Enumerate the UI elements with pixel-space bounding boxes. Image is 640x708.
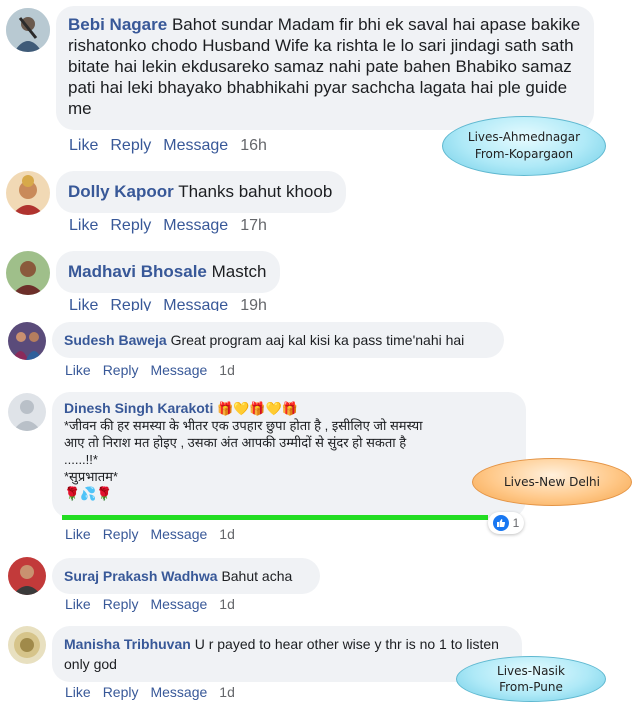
comment-author[interactable]: Dinesh Singh Karakoti [64,400,213,416]
reaction-badge[interactable]: 1 [488,512,524,534]
like-link[interactable]: Like [65,596,91,612]
callout-line: From-Pune [499,680,563,694]
timestamp[interactable]: 17h [240,217,267,234]
reply-link[interactable]: Reply [103,526,139,542]
reply-link[interactable]: Reply [103,596,139,612]
reaction-count: 1 [512,516,520,530]
reply-link[interactable]: Reply [110,217,151,234]
callout-line: Lives-Nasik [497,664,565,678]
timestamp[interactable]: 1d [219,596,235,612]
avatar[interactable] [6,171,50,215]
timestamp[interactable]: 1d [219,684,235,700]
avatar[interactable] [8,557,46,595]
comment-text: Thanks bahut khoob [178,182,333,201]
comment-text: Bahut acha [221,568,293,584]
reply-link[interactable]: Reply [110,297,151,311]
timestamp[interactable]: 1d [219,362,235,378]
timestamp[interactable]: 1d [219,526,235,542]
comment-text-line: *सुप्रभातम* [64,469,118,484]
message-link[interactable]: Message [150,596,207,612]
comment-author[interactable]: Dolly Kapoor [68,182,174,201]
comment-text: Great program aaj kal kisi ka pass time'… [170,332,465,348]
comment-text: Mastch [211,262,267,281]
message-link[interactable]: Message [150,684,207,700]
comment-author[interactable]: Madhavi Bhosale [68,262,207,281]
like-link[interactable]: Like [69,297,98,311]
location-callout-nasik: Lives-Nasik From-Pune [456,656,606,702]
comment-text-line: आए तो निराश मत होइए , उसका अंत आपकी उम्म… [64,435,407,450]
like-link[interactable]: Like [69,137,98,154]
callout-line: From-Kopargaon [474,147,574,161]
comment-bubble: Suraj Prakash Wadhwa Bahut acha [52,558,320,594]
comment-actions: Like Reply Message 1d [65,526,247,542]
comment-bubble: Manisha Tribhuvan U r payed to hear othe… [52,626,522,682]
callout-line: Lives-Ahmednagar [467,130,581,144]
avatar[interactable] [6,251,50,295]
like-link[interactable]: Like [65,362,91,378]
timestamp[interactable]: 19h [240,297,267,311]
comment-author[interactable]: Manisha Tribhuvan [64,636,191,652]
comment-author[interactable]: Suraj Prakash Wadhwa [64,568,218,584]
timestamp[interactable]: 16h [240,137,267,154]
message-link[interactable]: Message [163,297,228,311]
message-link[interactable]: Message [150,362,207,378]
comment-actions: Like Reply Message 16h [69,137,279,155]
avatar[interactable] [8,393,46,431]
comment-header-emoji: 🎁💛🎁💛🎁 [216,401,298,416]
comment-bubble: Bebi Nagare Bahot sundar Madam fir bhi e… [56,6,594,130]
avatar[interactable] [6,8,50,52]
comment-emoji-line: 🌹💦🌹 [64,486,113,501]
comment-actions: Like Reply Message 1d [65,362,247,378]
comment-bubble: Dinesh Singh Karakoti 🎁💛🎁💛🎁 *जीवन की हर … [52,392,526,518]
comment-actions: Like Reply Message 17h [69,217,279,235]
comment-bubble: Sudesh Baweja Great program aaj kal kisi… [52,322,504,358]
comment-author[interactable]: Bebi Nagare [68,15,167,34]
comment-author[interactable]: Sudesh Baweja [64,332,167,348]
comment-text-line: *जीवन की हर समस्या के भीतर एक उपहार छुपा… [64,418,423,433]
comment-text-line: ......!!* [64,452,98,467]
highlight-underline [62,515,488,520]
location-callout-new-delhi: Lives-New Delhi [472,458,632,506]
message-link[interactable]: Message [150,526,207,542]
like-link[interactable]: Like [65,684,91,700]
reply-link[interactable]: Reply [103,362,139,378]
location-callout-ahmednagar: Lives-Ahmednagar From-Kopargaon [442,116,606,176]
like-link[interactable]: Like [65,526,91,542]
like-link[interactable]: Like [69,217,98,234]
comment-actions: Like Reply Message 19h [69,297,279,311]
reply-link[interactable]: Reply [103,684,139,700]
avatar[interactable] [8,626,46,664]
comment-actions: Like Reply Message 1d [65,596,247,612]
callout-line: Lives-New Delhi [504,475,600,489]
comment-bubble: Dolly Kapoor Thanks bahut khoob [56,171,346,213]
like-reaction-icon [492,515,509,531]
reply-link[interactable]: Reply [110,137,151,154]
comment-bubble: Madhavi Bhosale Mastch [56,251,280,293]
message-link[interactable]: Message [163,217,228,234]
comment-actions: Like Reply Message 1d [65,684,247,700]
message-link[interactable]: Message [163,137,228,154]
avatar[interactable] [8,322,46,360]
